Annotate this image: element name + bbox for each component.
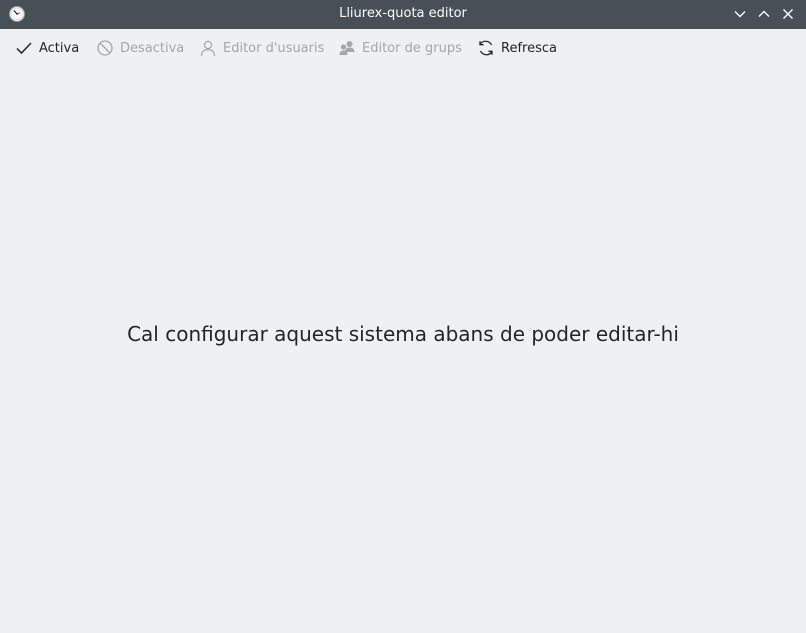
desactiva-button[interactable]: Desactiva — [96, 29, 184, 67]
maximize-button[interactable] — [754, 5, 774, 23]
toolbar: Activa Desactiva Editor d'usuaris Editor… — [0, 29, 806, 67]
chevron-up-icon — [758, 10, 770, 17]
close-button[interactable] — [778, 5, 798, 23]
configuration-required-message: Cal configurar aquest sistema abans de p… — [127, 322, 679, 346]
editor-grups-label: Editor de grups — [362, 40, 462, 56]
user-icon — [199, 39, 217, 57]
checkmark-icon — [15, 39, 33, 57]
editor-grups-button[interactable]: Editor de grups — [338, 29, 462, 67]
editor-usuaris-button[interactable]: Editor d'usuaris — [199, 29, 324, 67]
refresca-label: Refresca — [501, 40, 557, 56]
disable-icon — [96, 39, 114, 57]
refresca-button[interactable]: Refresca — [477, 29, 557, 67]
window-title: Lliurex-quota editor — [339, 6, 467, 21]
activa-button[interactable]: Activa — [15, 29, 79, 67]
minimize-button[interactable] — [730, 5, 750, 23]
refresh-icon — [477, 39, 495, 57]
desactiva-label: Desactiva — [120, 40, 185, 56]
title-bar: Lliurex-quota editor — [0, 0, 806, 29]
close-icon — [783, 9, 793, 19]
editor-usuaris-label: Editor d'usuaris — [223, 40, 325, 56]
app-window: Lliurex-quota editor Activa Desactiva Ed… — [0, 0, 806, 633]
group-icon — [338, 39, 356, 57]
chevron-down-icon — [734, 11, 746, 18]
activa-label: Activa — [39, 40, 80, 56]
